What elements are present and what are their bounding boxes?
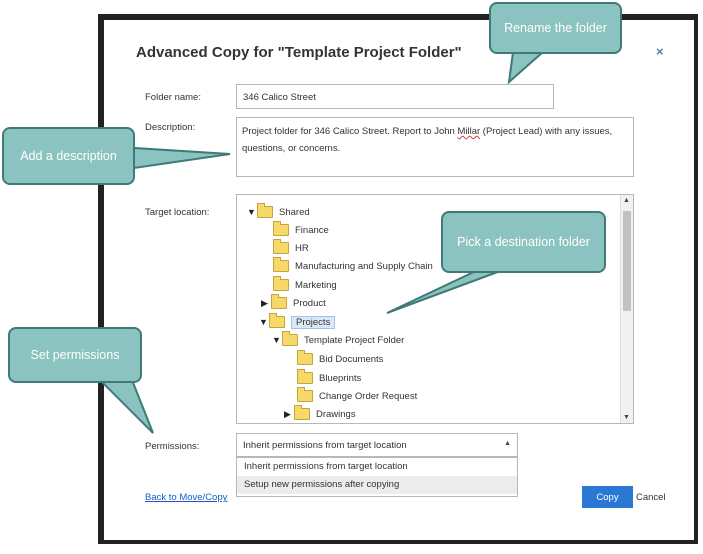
destination-callout-tail [386,269,504,314]
callout-tails [97,51,546,434]
destination-callout: Pick a destination folder [441,211,606,273]
permissions-callout-tail [97,379,154,434]
rename-callout-tail [507,51,546,85]
description-callout-tail [133,146,231,170]
rename-callout: Rename the folder [489,2,622,54]
permissions-callout: Set permissions [8,327,142,383]
description-callout: Add a description [2,127,135,185]
